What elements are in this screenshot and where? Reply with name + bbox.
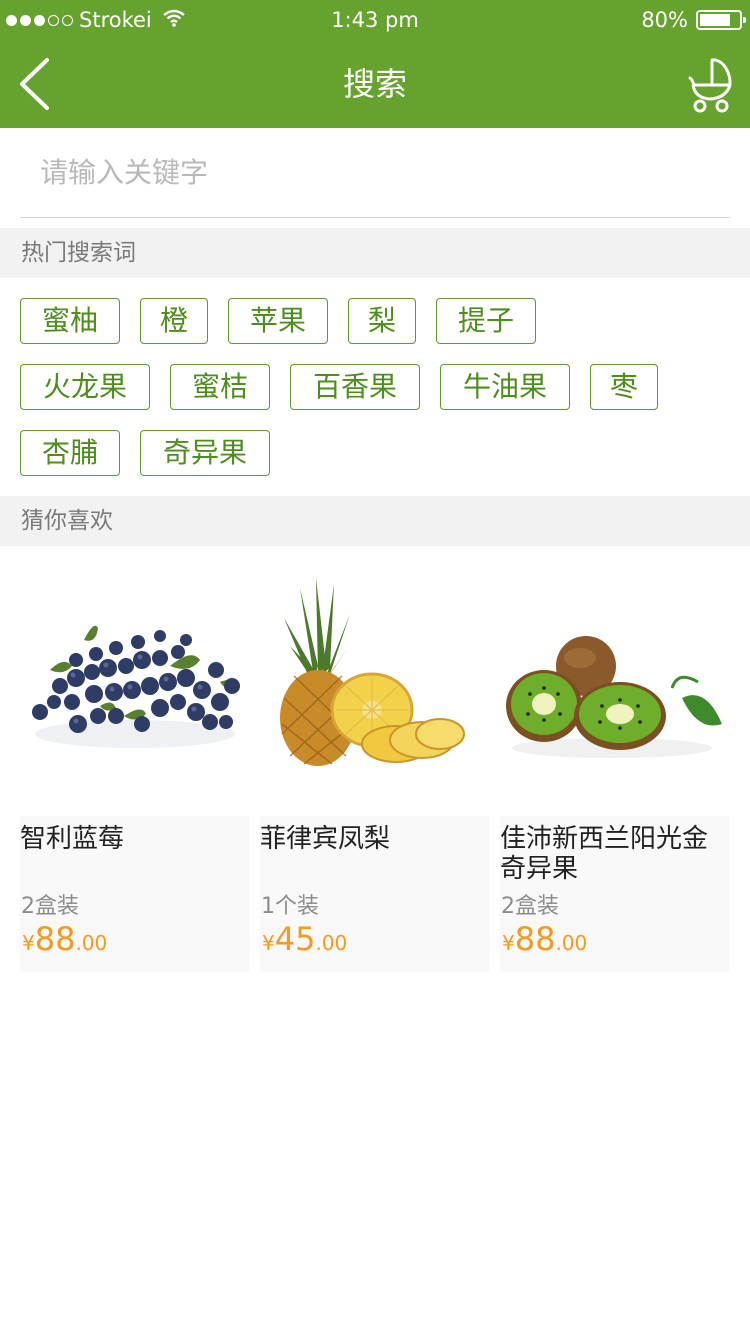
product-name: 菲律宾凤梨 bbox=[260, 824, 391, 854]
status-time: 1:43 pm bbox=[331, 8, 419, 32]
hot-tag[interactable]: 蜜柚 bbox=[20, 298, 120, 344]
status-right: 80% bbox=[641, 6, 746, 34]
price-integer: 45 bbox=[274, 920, 316, 958]
battery-icon bbox=[696, 10, 746, 30]
product-spec: 2盒装 bbox=[21, 894, 79, 919]
status-bar: Strokei 1:43 pm 80% bbox=[0, 0, 750, 40]
product-info: 菲律宾凤梨 1个装 ¥45.00 bbox=[260, 816, 490, 972]
price-integer: 88 bbox=[34, 920, 76, 958]
product-price: ¥45.00 bbox=[262, 920, 347, 958]
product-spec: 2盒装 bbox=[501, 894, 559, 919]
product-image-pineapple bbox=[260, 548, 490, 816]
product-price: ¥88.00 bbox=[502, 920, 587, 958]
hot-search-title: 热门搜索词 bbox=[0, 228, 750, 278]
product-card[interactable]: 佳沛新西兰阳光金奇异果 2盒装 ¥88.00 bbox=[500, 548, 730, 972]
hot-tag[interactable]: 奇异果 bbox=[140, 430, 270, 476]
product-name: 智利蓝莓 bbox=[20, 824, 125, 854]
stroller-cart-icon bbox=[688, 58, 732, 113]
product-spec: 1个装 bbox=[261, 894, 319, 919]
hot-tag[interactable]: 橙 bbox=[140, 298, 208, 344]
product-card[interactable]: 智利蓝莓 2盒装 ¥88.00 bbox=[20, 548, 250, 972]
product-image-blueberries bbox=[20, 548, 250, 816]
price-integer: 88 bbox=[514, 920, 556, 958]
currency-symbol: ¥ bbox=[22, 931, 35, 955]
product-image-kiwi bbox=[500, 548, 730, 816]
hot-tag[interactable]: 枣 bbox=[590, 364, 658, 410]
hot-tag[interactable]: 杏脯 bbox=[20, 430, 120, 476]
product-info: 智利蓝莓 2盒装 ¥88.00 bbox=[20, 816, 250, 972]
page-title: 搜索 bbox=[342, 65, 407, 103]
recommend-title: 猜你喜欢 bbox=[0, 496, 750, 546]
product-card[interactable]: 菲律宾凤梨 1个装 ¥45.00 bbox=[260, 548, 490, 972]
hot-tag[interactable]: 蜜桔 bbox=[170, 364, 270, 410]
price-decimal: .00 bbox=[315, 931, 348, 955]
hot-tag[interactable]: 梨 bbox=[348, 298, 416, 344]
price-decimal: .00 bbox=[75, 931, 108, 955]
hot-tag[interactable]: 苹果 bbox=[228, 298, 328, 344]
currency-symbol: ¥ bbox=[262, 931, 275, 955]
battery-percent: 80% bbox=[641, 8, 688, 32]
search-input[interactable] bbox=[20, 128, 730, 217]
hot-tag[interactable]: 火龙果 bbox=[20, 364, 150, 410]
product-price: ¥88.00 bbox=[22, 920, 107, 958]
product-name: 佳沛新西兰阳光金奇异果 bbox=[500, 824, 709, 884]
hot-tag[interactable]: 提子 bbox=[436, 298, 536, 344]
nav-bar: 搜索 bbox=[0, 40, 750, 128]
currency-symbol: ¥ bbox=[502, 931, 515, 955]
price-decimal: .00 bbox=[555, 931, 588, 955]
product-info: 佳沛新西兰阳光金奇异果 2盒装 ¥88.00 bbox=[500, 816, 730, 972]
hot-tag[interactable]: 百香果 bbox=[290, 364, 420, 410]
hot-tag[interactable]: 牛油果 bbox=[440, 364, 570, 410]
cart-button[interactable] bbox=[686, 52, 736, 116]
search-box bbox=[20, 128, 730, 218]
